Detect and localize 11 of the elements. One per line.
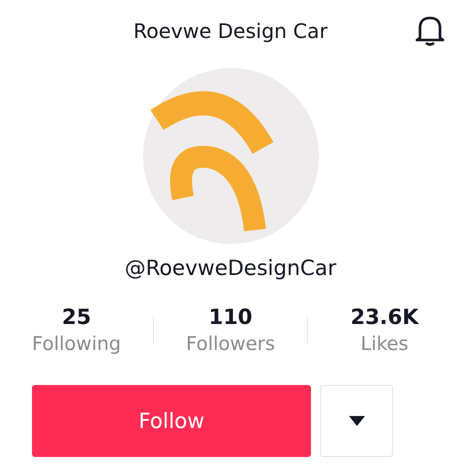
stat-label: Likes: [360, 333, 408, 355]
stat-label: Followers: [186, 333, 275, 355]
profile-title: Roevwe Design Car: [133, 19, 328, 43]
bell-icon[interactable]: [415, 14, 445, 46]
stat-count: 110: [208, 305, 252, 329]
stat-count: 23.6K: [350, 305, 419, 329]
username: @RoevweDesignCar: [124, 256, 336, 280]
stat-count: 25: [62, 305, 92, 329]
follow-button[interactable]: Follow: [32, 385, 311, 457]
stat-label: Following: [32, 333, 121, 355]
caret-icon: [348, 416, 364, 426]
